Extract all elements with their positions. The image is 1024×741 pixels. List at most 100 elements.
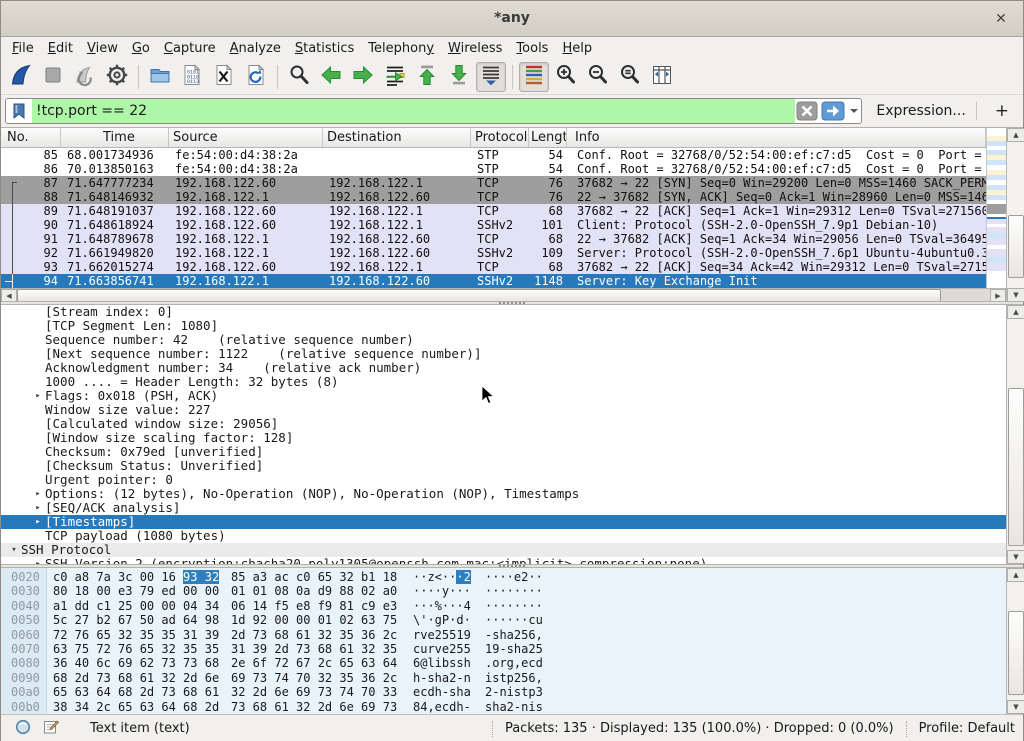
detail-line[interactable]: [Window size scaling factor: 128] bbox=[1, 431, 1006, 445]
hex-row[interactable]: 00b038 34 2c 65 63 64 68 2d73 68 61 32 2… bbox=[1, 700, 1006, 714]
hex-row[interactable]: 006072 76 65 32 35 35 31 392d 73 68 61 3… bbox=[1, 628, 1006, 642]
hex-row[interactable]: 00505c 27 b2 67 50 ad 64 981d 92 00 00 0… bbox=[1, 613, 1006, 627]
profile-button[interactable]: Profile: Default bbox=[919, 721, 1015, 736]
close-icon[interactable]: ✕ bbox=[991, 9, 1011, 29]
expander-right-icon[interactable]: ▸ bbox=[31, 501, 45, 515]
zoom-out-button[interactable] bbox=[583, 62, 613, 92]
expander-down-icon[interactable]: ▾ bbox=[7, 543, 21, 557]
expander-right-icon[interactable]: ▸ bbox=[31, 557, 45, 564]
horizontal-scrollbar[interactable]: ◀ ▶ bbox=[1, 288, 1006, 302]
details-scrollbar[interactable]: ▲ ▼ bbox=[1006, 305, 1024, 564]
packet-row[interactable]: 8971.648191037192.168.122.60192.168.122.… bbox=[1, 204, 986, 218]
find-packet-button[interactable] bbox=[284, 62, 314, 92]
hex-row[interactable]: 007063 75 72 76 65 32 35 3531 39 2d 73 6… bbox=[1, 642, 1006, 656]
menu-telephony[interactable]: Telephony bbox=[361, 39, 441, 58]
filter-input[interactable]: !tcp.port == 22 bbox=[32, 99, 795, 123]
resize-columns-button[interactable] bbox=[647, 62, 677, 92]
detail-line[interactable]: TCP payload (1080 bytes) bbox=[1, 529, 1006, 543]
go-to-last-button[interactable] bbox=[444, 62, 474, 92]
packet-list-scrollbar[interactable]: ▲ ▼ bbox=[1006, 128, 1024, 302]
detail-line[interactable]: [Next sequence number: 1122 (relative se… bbox=[1, 347, 1006, 361]
column-header-info[interactable]: Info bbox=[567, 128, 986, 147]
stop-capture-button[interactable] bbox=[38, 62, 68, 92]
expander-right-icon[interactable]: ▸ bbox=[31, 389, 45, 403]
auto-scroll-button[interactable] bbox=[476, 62, 506, 92]
column-header-time[interactable]: Time bbox=[61, 128, 169, 147]
reload-file-button[interactable] bbox=[241, 62, 271, 92]
go-to-first-button[interactable] bbox=[412, 62, 442, 92]
menu-help[interactable]: Help bbox=[555, 39, 599, 58]
column-header-protocol[interactable]: Protocol bbox=[471, 128, 529, 147]
scroll-down-icon[interactable]: ▼ bbox=[1007, 700, 1024, 714]
scroll-down-icon[interactable]: ▼ bbox=[1007, 288, 1024, 302]
scroll-up-icon[interactable]: ▲ bbox=[1007, 128, 1024, 142]
capture-comment-icon[interactable] bbox=[43, 719, 60, 739]
bookmark-icon[interactable] bbox=[6, 99, 32, 123]
title-bar[interactable]: *any ✕ bbox=[1, 1, 1023, 37]
detail-line[interactable]: ▸Flags: 0x018 (PSH, ACK) bbox=[1, 389, 1006, 403]
hex-row[interactable]: 009068 2d 73 68 61 32 2d 6e69 73 74 70 3… bbox=[1, 671, 1006, 685]
hex-row[interactable]: 0020c0 a8 7a 3c 00 16 93 3285 a3 ac c0 6… bbox=[1, 570, 1006, 584]
detail-line[interactable]: [Stream index: 0] bbox=[1, 305, 1006, 319]
open-file-button[interactable] bbox=[145, 62, 175, 92]
column-header-destination[interactable]: Destination bbox=[323, 128, 471, 147]
menu-file[interactable]: File bbox=[5, 39, 41, 58]
packet-row[interactable]: 8670.013850163fe:54:00:d4:38:2aSTP54Conf… bbox=[1, 162, 986, 176]
detail-line[interactable]: Window size value: 227 bbox=[1, 403, 1006, 417]
scroll-up-icon[interactable]: ▲ bbox=[1007, 568, 1024, 582]
hex-row[interactable]: 00a065 63 64 68 2d 73 68 6132 2d 6e 69 7… bbox=[1, 685, 1006, 699]
detail-line[interactable]: ▾SSH Protocol bbox=[1, 543, 1006, 557]
menu-statistics[interactable]: Statistics bbox=[288, 39, 361, 58]
detail-line[interactable]: ▸[SEQ/ACK analysis] bbox=[1, 501, 1006, 515]
detail-line[interactable]: Acknowledgment number: 34 (relative ack … bbox=[1, 361, 1006, 375]
apply-filter-icon[interactable] bbox=[821, 100, 845, 122]
detail-line[interactable]: Checksum: 0x79ed [unverified] bbox=[1, 445, 1006, 459]
expander-right-icon[interactable]: ▸ bbox=[31, 487, 45, 501]
add-filter-button[interactable]: + bbox=[987, 101, 1017, 121]
go-forward-button[interactable] bbox=[348, 62, 378, 92]
scroll-up-icon[interactable]: ▲ bbox=[1007, 305, 1024, 319]
save-file-button[interactable]: 010101100113 bbox=[177, 62, 207, 92]
packet-minimap[interactable] bbox=[986, 128, 1006, 288]
restart-capture-button[interactable] bbox=[70, 62, 100, 92]
packet-row[interactable]: 9371.662015274192.168.122.60192.168.122.… bbox=[1, 260, 986, 274]
detail-line[interactable]: ▸Options: (12 bytes), No-Operation (NOP)… bbox=[1, 487, 1006, 501]
packet-row[interactable]: 9271.661949820192.168.122.1192.168.122.6… bbox=[1, 246, 986, 260]
expander-right-icon[interactable]: ▸ bbox=[31, 515, 45, 529]
close-file-button[interactable] bbox=[209, 62, 239, 92]
clear-filter-icon[interactable] bbox=[795, 100, 819, 122]
menu-wireless[interactable]: Wireless bbox=[441, 39, 509, 58]
detail-line[interactable]: [Calculated window size: 29056] bbox=[1, 417, 1006, 431]
packet-row[interactable]: 9471.663856741192.168.122.1192.168.122.6… bbox=[1, 274, 986, 288]
packet-row[interactable]: 8568.001734936fe:54:00:d4:38:2aSTP54Conf… bbox=[1, 148, 986, 162]
menu-analyze[interactable]: Analyze bbox=[223, 39, 288, 58]
scroll-down-icon[interactable]: ▼ bbox=[1007, 550, 1024, 564]
menu-capture[interactable]: Capture bbox=[157, 39, 223, 58]
packet-row[interactable]: 8871.648146932192.168.122.1192.168.122.6… bbox=[1, 190, 986, 204]
hex-row[interactable]: 003080 18 00 e3 79 ed 00 0001 01 08 0a d… bbox=[1, 584, 1006, 598]
hex-row[interactable]: 0040a1 dd c1 25 00 00 04 3406 14 f5 e8 f… bbox=[1, 599, 1006, 613]
start-capture-button[interactable] bbox=[6, 62, 36, 92]
detail-line[interactable]: [Checksum Status: Unverified] bbox=[1, 459, 1006, 473]
detail-line[interactable]: ▸SSH Version 2 (encryption:chacha20-poly… bbox=[1, 557, 1006, 564]
vscroll-thumb[interactable] bbox=[1008, 611, 1024, 695]
column-header-no[interactable]: No. bbox=[1, 128, 61, 147]
detail-line[interactable]: 1000 .... = Header Length: 32 bytes (8) bbox=[1, 375, 1006, 389]
menu-tools[interactable]: Tools bbox=[509, 39, 555, 58]
packet-row[interactable]: 9171.648789678192.168.122.1192.168.122.6… bbox=[1, 232, 986, 246]
display-filter-field[interactable]: !tcp.port == 22 bbox=[5, 98, 862, 124]
capture-options-button[interactable] bbox=[102, 62, 132, 92]
vscroll-thumb[interactable] bbox=[1008, 215, 1024, 278]
expert-info-icon[interactable] bbox=[15, 719, 31, 739]
column-header-length[interactable]: Length bbox=[529, 128, 567, 147]
packet-row[interactable]: 8771.647777234192.168.122.60192.168.122.… bbox=[1, 176, 986, 190]
expression-button[interactable]: Expression... bbox=[876, 103, 965, 119]
packet-row[interactable]: 9071.648618924192.168.122.60192.168.122.… bbox=[1, 218, 986, 232]
detail-line[interactable]: Sequence number: 42 (relative sequence n… bbox=[1, 333, 1006, 347]
filter-history-caret-icon[interactable] bbox=[847, 100, 861, 122]
bytes-scrollbar[interactable]: ▲ ▼ bbox=[1006, 568, 1024, 714]
colorize-button[interactable] bbox=[519, 62, 549, 92]
menu-go[interactable]: Go bbox=[125, 39, 157, 58]
detail-line[interactable]: [TCP Segment Len: 1080] bbox=[1, 319, 1006, 333]
zoom-in-button[interactable] bbox=[551, 62, 581, 92]
